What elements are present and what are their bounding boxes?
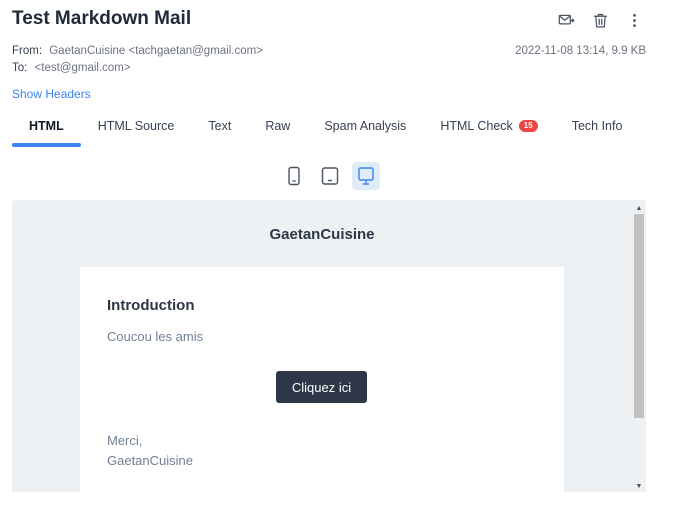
to-line: To: <test@gmail.com> — [12, 62, 131, 74]
show-headers-link[interactable]: Show Headers — [12, 87, 91, 101]
tab-html[interactable]: HTML — [12, 112, 81, 148]
more-vertical-icon[interactable] — [624, 10, 644, 30]
tab-label: Raw — [265, 119, 291, 133]
tab-html-check[interactable]: HTML Check 15 — [423, 112, 554, 148]
signature-line: GaetanCuisine — [107, 453, 193, 468]
desktop-icon[interactable] — [352, 162, 380, 190]
tab-label: Spam Analysis — [324, 119, 407, 133]
email-preview[interactable]: GaetanCuisine Introduction Coucou les am… — [12, 200, 646, 492]
mail-forward-icon[interactable] — [556, 10, 576, 30]
to-label: To: — [12, 62, 28, 74]
html-check-count-badge: 15 — [518, 120, 538, 132]
tab-label: HTML Source — [97, 119, 175, 133]
tab-text[interactable]: Text — [191, 112, 248, 148]
email-intro-text: Coucou les amis — [107, 329, 204, 344]
tab-label: HTML — [29, 119, 64, 133]
tab-tech-info[interactable]: Tech Info — [555, 112, 640, 148]
scroll-up-arrow-icon[interactable]: ▲ — [632, 202, 646, 214]
from-line: From: GaetanCuisine <tachgaetan@gmail.co… — [12, 45, 263, 57]
view-tabs: HTML HTML Source Text Raw Spam Analysis … — [12, 112, 634, 148]
tab-label: HTML Check — [440, 119, 513, 133]
tab-html-source[interactable]: HTML Source — [81, 112, 192, 148]
email-signature: Merci, GaetanCuisine — [107, 431, 193, 471]
from-label: From: — [12, 45, 43, 57]
tab-spam-analysis[interactable]: Spam Analysis — [307, 112, 423, 148]
tablet-icon[interactable] — [316, 162, 344, 190]
signature-line: Merci, — [107, 433, 143, 448]
cta-button[interactable]: Cliquez ici — [276, 371, 367, 403]
to-value: <test@gmail.com> — [34, 62, 131, 74]
phone-icon[interactable] — [280, 162, 308, 190]
email-brand-title: GaetanCuisine — [269, 226, 375, 243]
device-toggle — [280, 162, 380, 190]
preview-scrollbar[interactable]: ▲ ▼ — [632, 200, 646, 492]
from-value: GaetanCuisine <tachgaetan@gmail.com> — [49, 45, 263, 57]
date-size: 2022-11-08 13:14, 9.9 KB — [515, 45, 646, 57]
scroll-thumb[interactable] — [634, 214, 644, 418]
scroll-down-arrow-icon[interactable]: ▼ — [632, 480, 646, 492]
tab-raw[interactable]: Raw — [248, 112, 307, 148]
tab-label: Tech Info — [571, 119, 623, 133]
top-actions — [556, 10, 644, 30]
tab-label: Text — [208, 119, 232, 133]
email-heading: Introduction — [107, 297, 195, 314]
email-subject-title: Test Markdown Mail — [12, 8, 192, 29]
trash-icon[interactable] — [590, 10, 610, 30]
email-body-card: Introduction Coucou les amis Cliquez ici… — [80, 267, 564, 492]
